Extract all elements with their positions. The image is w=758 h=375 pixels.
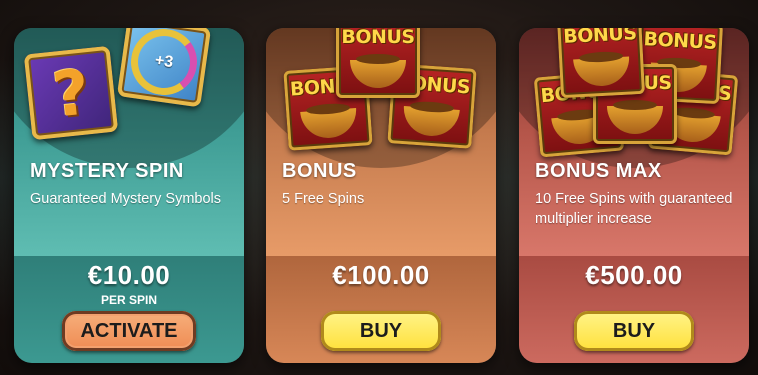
offer-price: €500.00 <box>585 260 683 290</box>
buy-bonus-max-button[interactable]: BUY <box>574 311 694 351</box>
offer-description: 5 Free Spins <box>282 191 365 207</box>
offer-card-bonus: BONUS BONUS BONUS BONUS 5 Free Spins €10… <box>266 28 496 363</box>
offer-description: 10 Free Spins with guaranteed multiplier… <box>535 191 733 227</box>
question-mark: ? <box>49 54 93 132</box>
offer-title: BONUS MAX <box>535 160 662 182</box>
offer-price: €100.00 <box>332 260 430 290</box>
offer-description: Guaranteed Mystery Symbols <box>30 191 221 207</box>
offer-price: €10.00 <box>87 260 171 290</box>
plus-three-badge: +3 <box>126 28 202 100</box>
offer-card-bonus-max: BONUS BONUS BONUS BONUS BONUS BONUS MAX … <box>519 28 749 363</box>
bonus-symbol-icon: BONUS <box>556 28 646 99</box>
offer-title: BONUS <box>282 160 357 182</box>
bonus-symbol-icon: BONUS <box>336 28 420 98</box>
buy-bonus-button[interactable]: BUY <box>321 311 441 351</box>
mystery-symbol-icon: ? <box>23 45 119 141</box>
offer-card-mystery-spin: +3 ? MYSTERY SPIN Guaranteed Mystery Sym… <box>14 28 244 363</box>
activate-button[interactable]: ACTIVATE <box>62 311 196 351</box>
price-note: PER SPIN <box>100 293 157 307</box>
offer-title: MYSTERY SPIN <box>30 160 184 182</box>
plus-spins-symbol-icon: +3 <box>116 28 212 108</box>
